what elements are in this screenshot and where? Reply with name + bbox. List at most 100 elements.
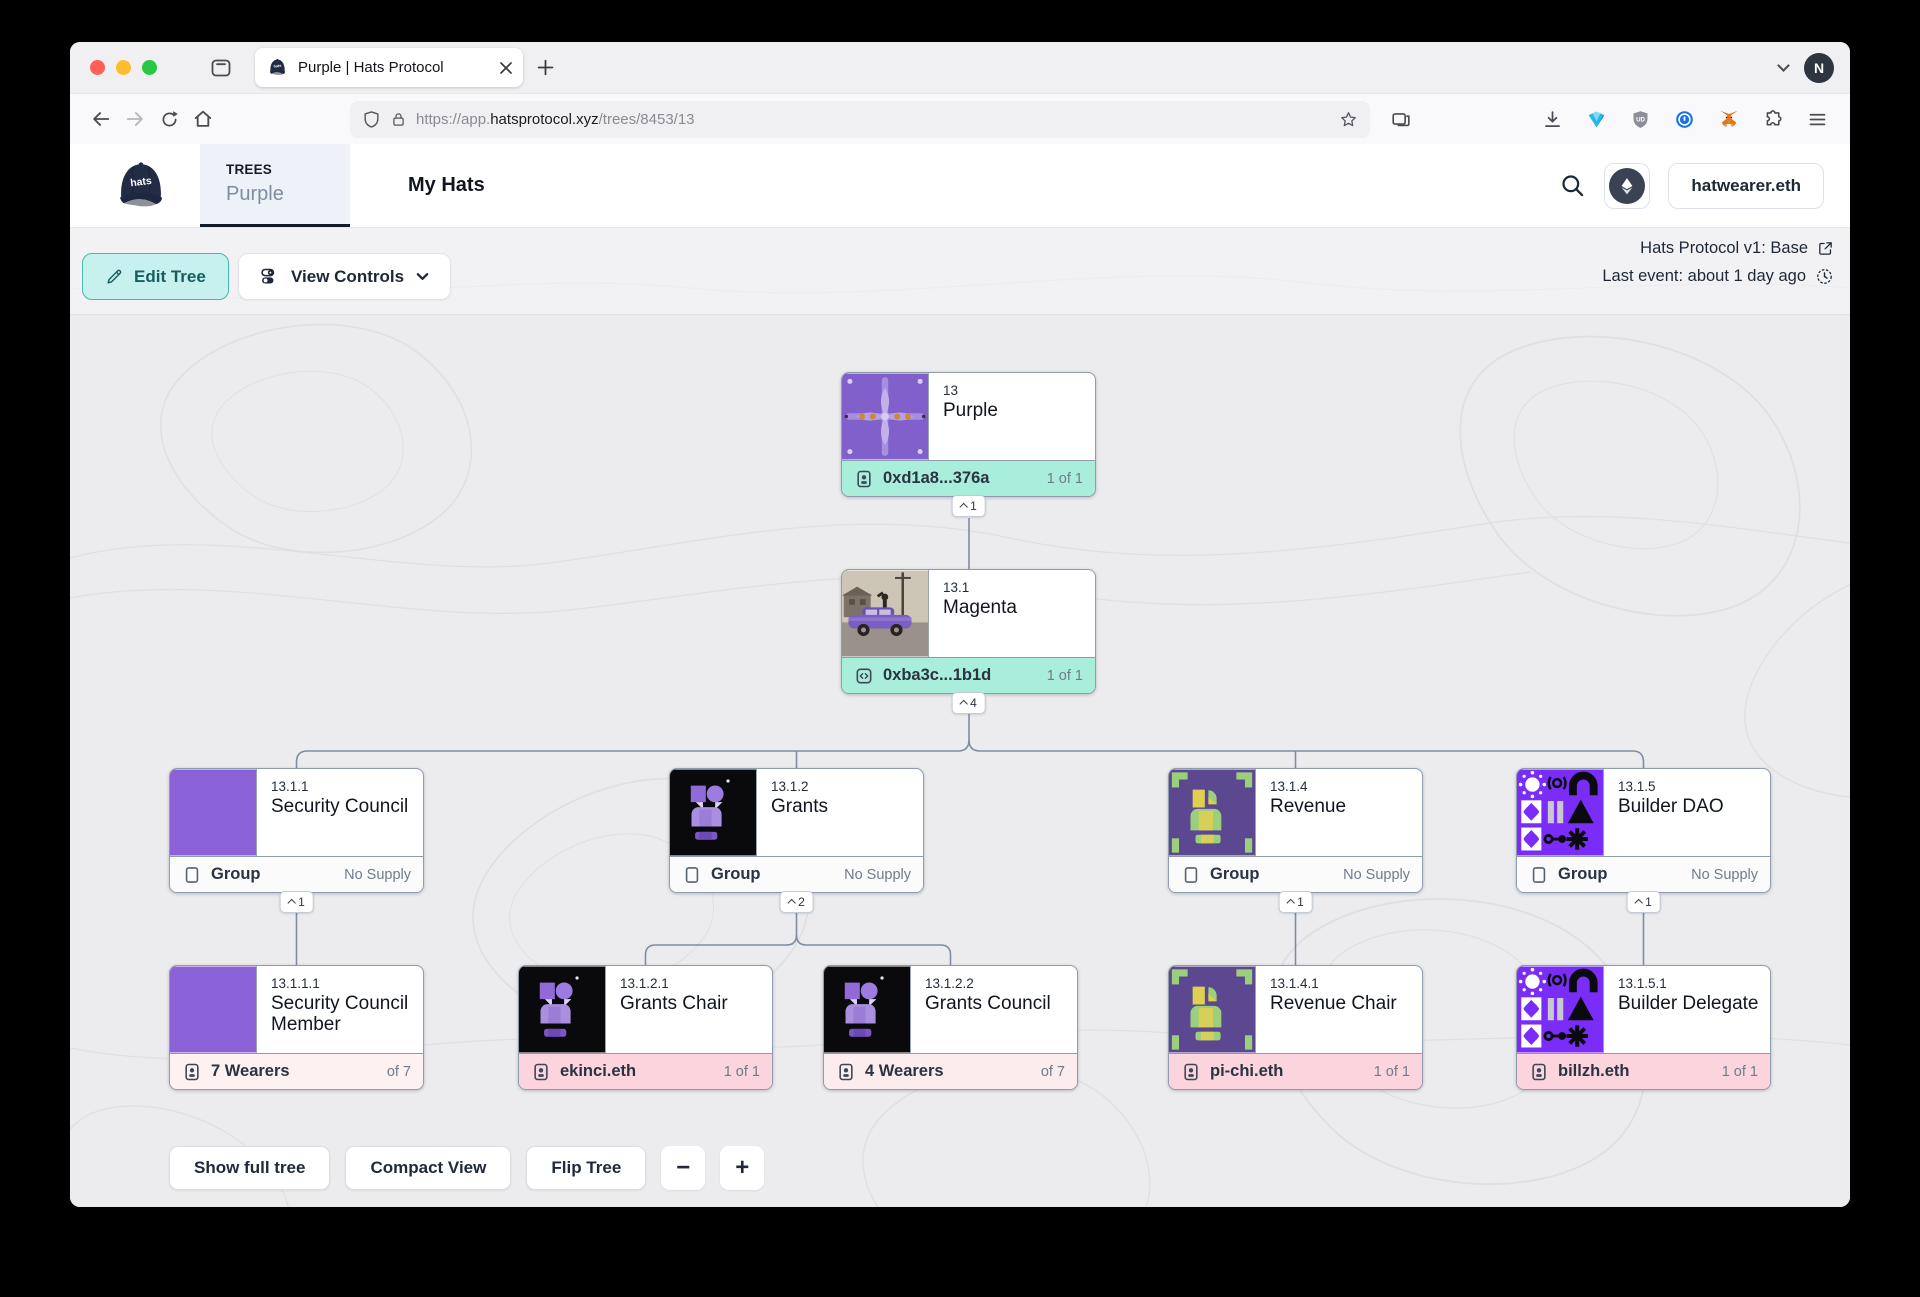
close-window-button[interactable] [90,60,105,75]
search-icon[interactable] [1559,172,1586,199]
network-label: Hats Protocol v1: Base [1640,239,1808,258]
firefox-view-icon[interactable] [209,56,233,80]
zoom-in-button[interactable]: + [720,1146,764,1190]
home-button[interactable] [186,102,220,136]
hat-name: Security Council [271,796,408,817]
group-icon [1529,865,1549,885]
network-info[interactable]: Hats Protocol v1: Base [1640,239,1834,258]
hat-footer: Group No Supply [670,856,923,892]
chevron-up-icon [1286,899,1294,907]
screenshot-device-icon[interactable] [1384,102,1418,136]
hat-footer: 7 Wearers of 7 [170,1053,423,1089]
hat-node-13-1-5[interactable]: 13.1.5 Builder DAO Group No Supply 1 [1516,768,1771,893]
collapse-pill[interactable]: 4 [951,692,986,714]
tab-favicon-hats-icon [267,57,288,78]
browser-tab[interactable]: Purple | Hats Protocol [255,48,523,87]
hat-node-13-1-4-1[interactable]: 13.1.4.1 Revenue Chair pi-chi.eth 1 of 1 [1168,965,1423,1090]
url-prefix: https://app. [416,111,490,128]
supply-count: 1 of 1 [1047,471,1083,487]
account-ens-name[interactable]: hatwearer.eth [1668,163,1824,209]
grants-figure-art [670,769,757,856]
purple-solid-art [170,769,257,856]
group-icon [682,865,702,885]
last-event-info: Last event: about 1 day ago [1602,267,1834,286]
nav-my-hats[interactable]: My Hats [408,174,485,197]
hat-node-13-1[interactable]: 13.1 Magenta 0xba3c...1b1d 1 of 1 4 [841,569,1096,694]
collapse-pill[interactable]: 2 [779,891,814,913]
back-button[interactable] [84,102,118,136]
revenue-figure-art [1169,769,1256,856]
hat-node-13-1-1[interactable]: 13.1.1 Security Council Group No Supply … [169,768,424,893]
lock-icon[interactable] [390,111,407,128]
hat-footer: Group No Supply [1517,856,1770,892]
hat-name: Grants Council [925,993,1051,1014]
browser-account-avatar[interactable]: N [1804,53,1834,83]
wearer-badge-icon [182,1062,202,1082]
edit-tree-button[interactable]: Edit Tree [82,253,229,300]
hat-node-13-1-1-1[interactable]: 13.1.1.1 Security Council Member 7 Weare… [169,965,424,1090]
forward-button[interactable] [118,102,152,136]
edit-tree-label: Edit Tree [134,267,206,287]
group-icon [1181,865,1201,885]
tab-strip: Purple | Hats Protocol N [70,42,1850,93]
supply-count: 1 of 1 [724,1064,760,1080]
pencil-icon [105,267,124,286]
maximize-window-button[interactable] [142,60,157,75]
list-all-tabs-icon[interactable] [1777,59,1790,72]
hat-name: Revenue [1270,796,1346,817]
wearer-badge-icon [1529,1062,1549,1082]
new-tab-button[interactable] [537,59,554,76]
minimize-window-button[interactable] [116,60,131,75]
vpn-extension-icon[interactable] [1586,109,1607,130]
hat-id: 13.1.5 [1618,779,1724,794]
builder-symbols-art [1517,769,1604,856]
hat-node-13-1-2-2[interactable]: 13.1.2.2 Grants Council 4 Wearers of 7 [823,965,1078,1090]
hat-node-13-1-2-1[interactable]: 13.1.2.1 Grants Chair ekinci.eth 1 of 1 [518,965,773,1090]
tab-trees-purple[interactable]: TREES Purple [200,144,350,227]
zoom-out-button[interactable]: − [661,1146,705,1190]
adblock-shield-icon[interactable]: UD [1630,109,1651,130]
url-bar[interactable]: https://app.hatsprotocol.xyz/trees/8453/… [350,101,1370,138]
collapse-pill[interactable]: 1 [1278,891,1313,913]
tree-name: Purple [226,183,350,206]
downloads-icon[interactable] [1542,109,1563,130]
menu-hamburger-icon[interactable] [1807,109,1828,130]
show-full-tree-button[interactable]: Show full tree [169,1146,330,1190]
wearer-badge-icon [1181,1062,1201,1082]
collapse-pill[interactable]: 1 [279,891,314,913]
password-manager-icon[interactable] [1674,109,1695,130]
hat-node-13-1-4[interactable]: 13.1.4 Revenue Group No Supply 1 [1168,768,1423,893]
hat-name: Grants [771,796,828,817]
wearer-count: 4 Wearers [865,1062,944,1081]
network-ethereum-button[interactable] [1604,163,1650,209]
view-controls-label: View Controls [291,267,404,287]
extensions-puzzle-icon[interactable] [1763,109,1784,130]
hat-node-13[interactable]: 13 Purple 0xd1a8...376a 1 of 1 1 [841,372,1096,497]
address-badge-icon [854,469,874,489]
tab-close-icon[interactable] [499,61,513,75]
external-link-icon[interactable] [1817,240,1834,257]
reload-button[interactable] [152,102,186,136]
chevron-up-icon [287,899,295,907]
hats-logo[interactable] [110,157,172,215]
grants-figure-art [824,966,911,1053]
clock-icon [1815,267,1834,286]
hat-node-13-1-2[interactable]: 13.1.2 Grants Group No Supply 2 [669,768,924,893]
wearer-count: 7 Wearers [211,1062,290,1081]
builder-symbols-art [1517,966,1604,1053]
collapse-pill[interactable]: 1 [1626,891,1661,913]
hat-id: 13 [943,383,998,398]
compact-view-button[interactable]: Compact View [345,1146,511,1190]
tracking-shield-icon[interactable] [362,110,381,129]
collapse-pill[interactable]: 1 [951,495,986,517]
flip-tree-button[interactable]: Flip Tree [526,1146,646,1190]
wearer-badge-icon [836,1062,856,1082]
view-controls-button[interactable]: View Controls [238,253,451,300]
hat-id: 13.1.2.1 [620,976,728,991]
bookmark-star-icon[interactable] [1339,110,1358,129]
hat-name: Builder DAO [1618,796,1724,817]
hat-node-13-1-5-1[interactable]: 13.1.5.1 Builder Delegate billzh.eth 1 o… [1516,965,1771,1090]
hat-id: 13.1.1 [271,779,408,794]
metamask-icon[interactable] [1718,108,1740,130]
hat-id: 13.1.1.1 [271,976,415,991]
